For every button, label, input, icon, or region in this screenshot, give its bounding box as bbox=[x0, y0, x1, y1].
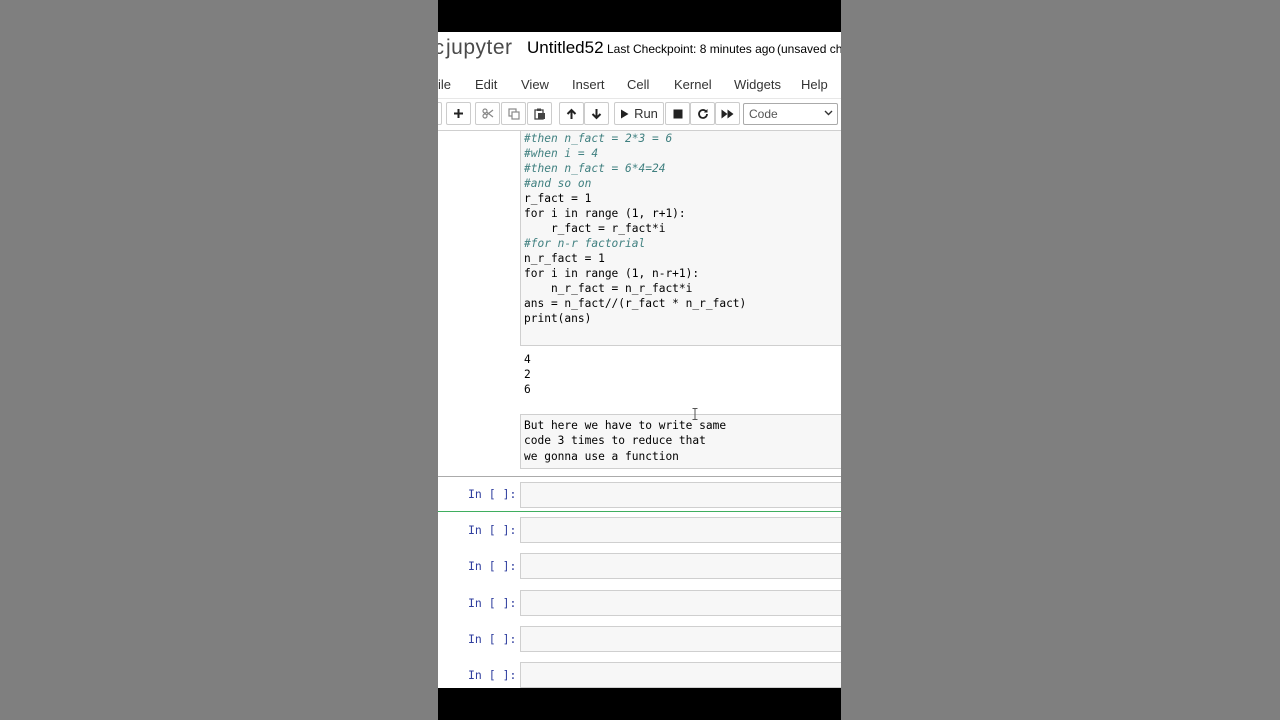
jupyter-logo-icon: c bbox=[438, 37, 444, 59]
play-icon bbox=[621, 109, 629, 118]
run-button[interactable]: Run bbox=[614, 102, 664, 125]
empty-cell[interactable]: In [ ]: bbox=[438, 515, 841, 545]
copy-button[interactable] bbox=[501, 102, 526, 125]
toolbar: Run Code bbox=[438, 98, 841, 131]
empty-cell[interactable]: In [ ]: bbox=[438, 660, 841, 688]
markdown-line: But here we have to write same bbox=[524, 419, 727, 432]
code-line: r_fact = 1 bbox=[524, 192, 592, 205]
run-label: Run bbox=[634, 106, 658, 121]
checkpoint-status: Last Checkpoint: 8 minutes ago bbox=[607, 42, 776, 56]
code-line: #for n-r factorial bbox=[524, 237, 646, 250]
output-line: 4 bbox=[524, 353, 531, 366]
empty-cell[interactable]: In [ ]: bbox=[438, 624, 841, 654]
paste-button[interactable] bbox=[527, 102, 552, 125]
jupyter-screen: c jupyter Untitled52 Last Checkpoint: 8 … bbox=[438, 32, 841, 688]
arrow-down-icon bbox=[591, 108, 602, 119]
move-down-button[interactable] bbox=[584, 102, 609, 125]
scissors-icon bbox=[481, 108, 493, 119]
code-line: ans = n_fact//(r_fact * n_r_fact) bbox=[524, 297, 747, 310]
cell-prompt: In [ ]: bbox=[468, 523, 517, 537]
code-line: #then n_fact = 2*3 = 6 bbox=[524, 132, 673, 145]
cell-input[interactable] bbox=[520, 662, 841, 688]
empty-cell[interactable]: In [ ]: bbox=[438, 551, 841, 581]
notebook-name[interactable]: Untitled52 bbox=[527, 38, 604, 58]
code-line: for i in range (1, n-r+1): bbox=[524, 267, 700, 280]
add-cell-button[interactable] bbox=[446, 102, 471, 125]
menu-edit[interactable]: Edit bbox=[475, 77, 497, 92]
unsaved-status: (unsaved cha bbox=[777, 42, 841, 56]
phone-frame: c jupyter Untitled52 Last Checkpoint: 8 … bbox=[438, 0, 841, 720]
text-cursor-icon bbox=[692, 408, 698, 420]
paste-icon bbox=[533, 108, 545, 120]
menu-file[interactable]: ile bbox=[438, 77, 451, 92]
notebook-container: #then n_fact = 2*3 = 6 #when i = 4 #then… bbox=[438, 131, 841, 688]
header: c jupyter Untitled52 Last Checkpoint: 8 … bbox=[438, 32, 841, 70]
cell-prompt: In [ ]: bbox=[468, 559, 517, 573]
stop-icon bbox=[673, 109, 682, 118]
code-line: print(ans) bbox=[524, 312, 592, 325]
cell-prompt: In [ ]: bbox=[468, 632, 517, 646]
cell-input[interactable] bbox=[520, 626, 841, 652]
menu-widgets[interactable]: Widgets bbox=[734, 77, 781, 92]
code-line: r_fact = r_fact*i bbox=[524, 222, 666, 235]
copy-icon bbox=[507, 107, 520, 120]
menu-help[interactable]: Help bbox=[801, 77, 828, 92]
menu-insert[interactable]: Insert bbox=[572, 77, 605, 92]
cell-input[interactable] bbox=[520, 482, 841, 508]
markdown-line: we gonna use a function bbox=[524, 450, 679, 463]
cell-prompt: In [ ]: bbox=[468, 596, 517, 610]
code-line: n_r_fact = n_r_fact*i bbox=[524, 282, 693, 295]
cell-input[interactable] bbox=[520, 517, 841, 543]
save-button[interactable] bbox=[438, 102, 442, 125]
code-line: #then n_fact = 6*4=24 bbox=[524, 162, 666, 175]
output-line: 2 bbox=[524, 368, 531, 381]
jupyter-logo[interactable]: jupyter bbox=[446, 36, 513, 60]
menu-cell[interactable]: Cell bbox=[627, 77, 649, 92]
markdown-line: code 3 times to reduce that bbox=[524, 434, 706, 447]
menu-view[interactable]: View bbox=[521, 77, 549, 92]
cell-type-select[interactable]: Code bbox=[743, 103, 838, 125]
plus-icon bbox=[454, 109, 463, 118]
restart-button[interactable] bbox=[690, 102, 715, 125]
chevron-down-icon bbox=[824, 110, 833, 116]
code-line: n_r_fact = 1 bbox=[524, 252, 605, 265]
move-up-button[interactable] bbox=[559, 102, 584, 125]
code-line: #when i = 4 bbox=[524, 147, 599, 160]
empty-cell[interactable]: In [ ]: bbox=[438, 588, 841, 618]
restart-icon bbox=[697, 108, 708, 119]
arrow-up-icon bbox=[566, 108, 577, 119]
cell-type-value: Code bbox=[749, 107, 778, 121]
restart-run-all-button[interactable] bbox=[715, 102, 740, 125]
fast-forward-icon bbox=[721, 109, 734, 118]
interrupt-button[interactable] bbox=[665, 102, 690, 125]
code-line: #and so on bbox=[524, 177, 592, 190]
cut-button[interactable] bbox=[475, 102, 500, 125]
menubar: ile Edit View Insert Cell Kernel Widgets… bbox=[438, 70, 841, 99]
cell-input[interactable] bbox=[520, 590, 841, 616]
cell-prompt: In [ ]: bbox=[468, 487, 517, 501]
cell-input[interactable] bbox=[520, 553, 841, 579]
menu-kernel[interactable]: Kernel bbox=[674, 77, 712, 92]
cell-prompt: In [ ]: bbox=[468, 668, 517, 682]
selected-empty-cell[interactable]: In [ ]: bbox=[438, 476, 841, 512]
code-line: for i in range (1, r+1): bbox=[524, 207, 686, 220]
output-line: 6 bbox=[524, 383, 531, 396]
